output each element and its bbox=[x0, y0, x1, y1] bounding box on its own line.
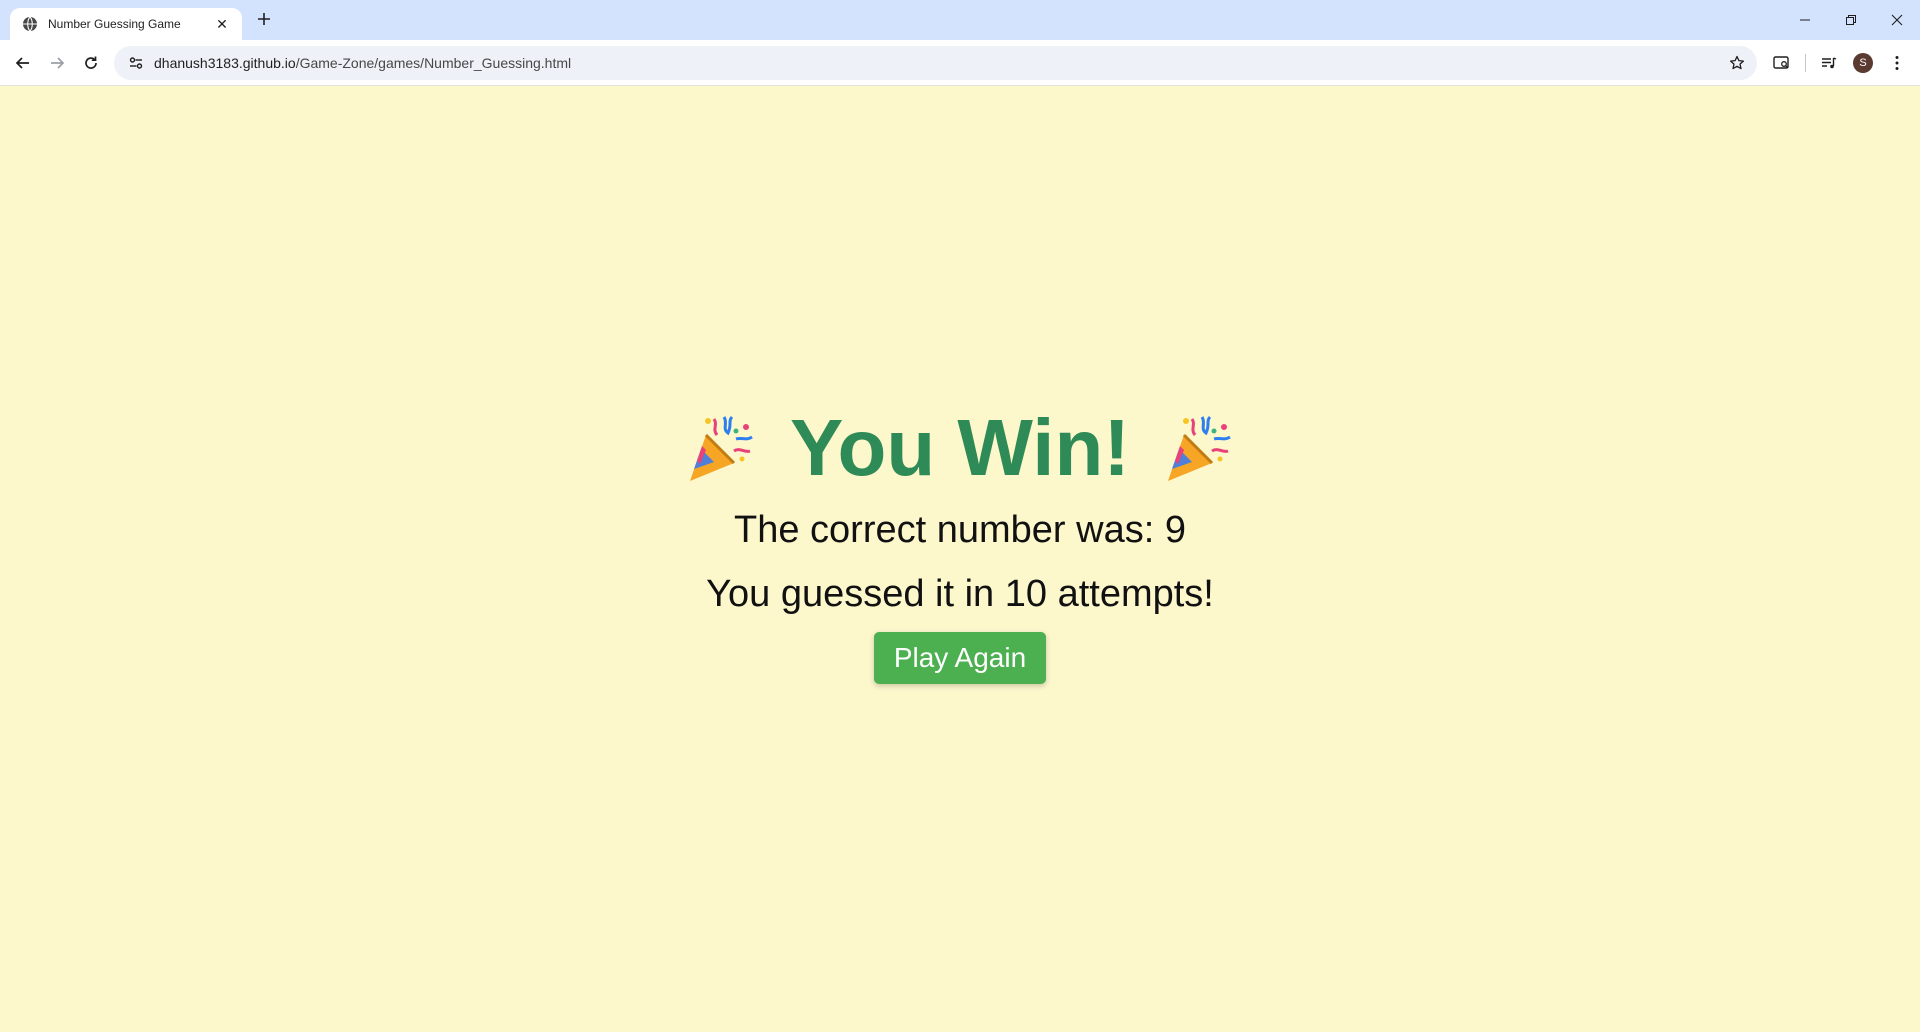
more-menu-icon[interactable] bbox=[1880, 46, 1914, 80]
reload-icon bbox=[85, 56, 97, 69]
restore-button[interactable] bbox=[1828, 0, 1874, 40]
party-popper-icon bbox=[684, 411, 758, 485]
arrow-left-icon bbox=[15, 56, 29, 69]
back-button[interactable] bbox=[6, 46, 40, 80]
tab-strip: Number Guessing Game ✕ bbox=[0, 0, 1920, 40]
tab-search-icon[interactable] bbox=[1765, 46, 1799, 80]
win-heading: You Win! bbox=[684, 404, 1236, 492]
close-icon bbox=[1891, 14, 1903, 26]
url-host: dhanush3183.github.io bbox=[154, 54, 296, 71]
close-tab-icon[interactable]: ✕ bbox=[212, 14, 232, 34]
arrow-right-icon bbox=[51, 56, 65, 69]
party-popper-icon bbox=[1162, 411, 1236, 485]
toolbar-separator bbox=[1805, 53, 1806, 72]
browser-window: Number Guessing Game ✕ dhanush3183.githu… bbox=[0, 0, 1920, 1032]
site-settings-icon[interactable] bbox=[124, 51, 148, 75]
media-controls-icon[interactable] bbox=[1812, 46, 1846, 80]
attempts-text: You guessed it in 10 attempts! bbox=[706, 573, 1214, 615]
restore-icon bbox=[1846, 15, 1856, 25]
address-bar[interactable]: dhanush3183.github.io/Game-Zone/games/Nu… bbox=[114, 45, 1757, 80]
globe-icon bbox=[22, 16, 38, 32]
minimize-button[interactable] bbox=[1782, 0, 1828, 40]
win-title: You Win! bbox=[790, 403, 1130, 493]
url-text[interactable]: dhanush3183.github.io/Game-Zone/games/Nu… bbox=[154, 55, 1723, 71]
correct-number-text: The correct number was: 9 bbox=[734, 509, 1186, 552]
plus-icon bbox=[258, 13, 270, 25]
close-window-button[interactable] bbox=[1874, 0, 1920, 40]
tab-number-guessing[interactable]: Number Guessing Game ✕ bbox=[10, 8, 242, 40]
toolbar-actions: S bbox=[1765, 46, 1914, 80]
profile-avatar[interactable]: S bbox=[1853, 52, 1873, 73]
play-again-button[interactable]: Play Again bbox=[873, 631, 1047, 684]
new-tab-button[interactable] bbox=[250, 5, 278, 33]
reload-button[interactable] bbox=[74, 46, 108, 80]
game-page: You Win! The correct number was: 9 You g… bbox=[0, 86, 1920, 1032]
bookmark-star-icon[interactable] bbox=[1723, 49, 1751, 77]
forward-button[interactable] bbox=[40, 46, 74, 80]
window-controls bbox=[1782, 0, 1920, 40]
tab-title: Number Guessing Game bbox=[48, 17, 181, 31]
minimize-icon bbox=[1800, 19, 1810, 21]
url-path: /Game-Zone/games/Number_Guessing.html bbox=[295, 54, 572, 71]
browser-toolbar: dhanush3183.github.io/Game-Zone/games/Nu… bbox=[0, 40, 1920, 86]
